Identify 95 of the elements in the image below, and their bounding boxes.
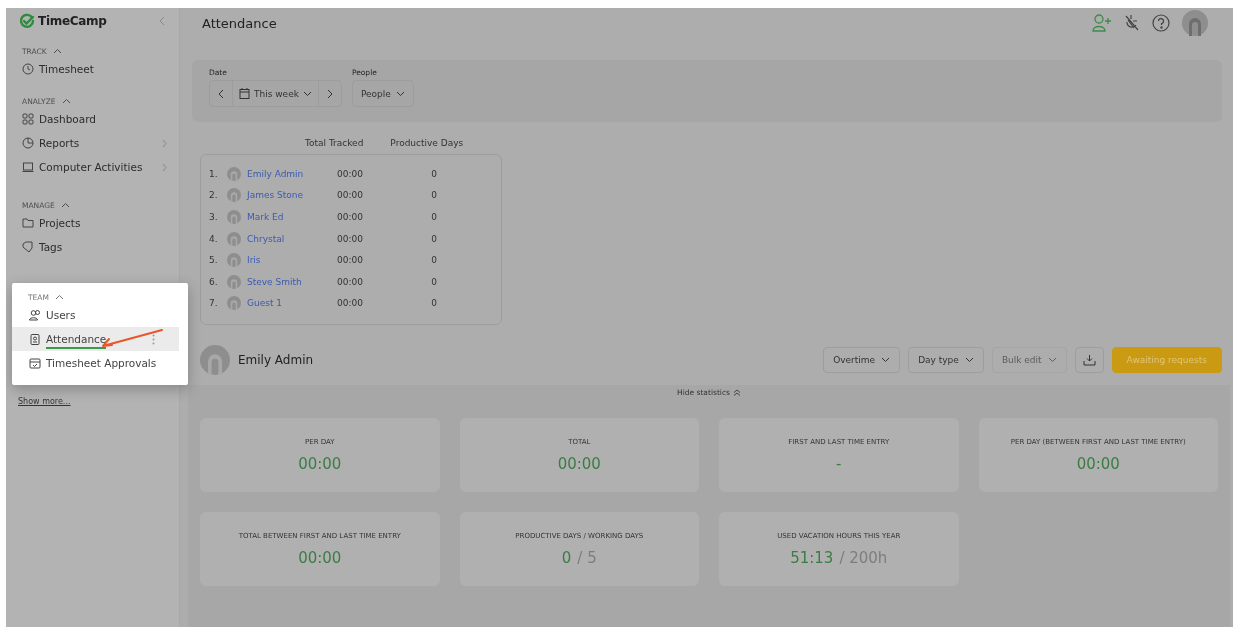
double-chevron-up-icon <box>732 389 741 397</box>
table-cell-text: 00:00 <box>337 233 364 244</box>
avatar-icon <box>227 231 241 246</box>
add-user-icon[interactable] <box>1092 14 1112 32</box>
chevron-down-icon <box>964 357 974 364</box>
more-icon[interactable] <box>152 333 155 345</box>
logo-icon <box>19 13 35 29</box>
show-more-link[interactable]: Show more... <box>6 385 179 406</box>
avatar-icon <box>200 345 230 376</box>
user-link[interactable]: Steve Smith <box>247 276 337 287</box>
users-icon <box>29 309 41 321</box>
laptop-icon <box>22 161 34 173</box>
chevron-down-icon <box>881 357 891 364</box>
dropdown-button[interactable]: Day type <box>908 347 984 374</box>
collapse-icon[interactable] <box>159 16 165 26</box>
chevron-right-icon <box>162 162 167 172</box>
brand-name: TimeCamp <box>38 14 107 28</box>
nav-item[interactable]: Projects <box>6 211 179 235</box>
user-link[interactable]: Guest 1 <box>247 298 337 309</box>
stat-value: - <box>836 454 842 473</box>
nav-item[interactable]: Attendance <box>12 327 179 351</box>
people-dropdown[interactable]: People <box>351 80 414 107</box>
timecamp-logo[interactable]: TimeCamp <box>19 13 107 29</box>
avatar-icon[interactable] <box>1182 10 1208 36</box>
table-cell-text: 00:00 <box>337 168 364 179</box>
calendar-icon <box>29 357 41 369</box>
table-cell-text: 0 <box>430 190 437 201</box>
row-number: 5. <box>208 255 219 266</box>
nav-item[interactable]: Timesheet Approvals <box>12 351 179 375</box>
table-cell-text: 0 <box>430 255 437 266</box>
nav-item[interactable]: Reports <box>6 131 179 155</box>
avatar-icon <box>227 296 241 311</box>
avatar-icon <box>227 188 241 203</box>
column-header: Total Tracked <box>305 138 364 150</box>
row-number: 6. <box>208 276 219 287</box>
dropdown-button[interactable]: Overtime <box>823 347 901 374</box>
table-cell-text: 00:00 <box>337 190 364 201</box>
avatar-icon <box>227 274 241 289</box>
user-link[interactable]: Chrystal <box>247 233 337 244</box>
row-number: 7. <box>208 298 219 309</box>
row-number: 2. <box>208 190 219 201</box>
badge-icon <box>29 333 41 345</box>
chevron-down-icon <box>1047 357 1057 364</box>
row-number: 4. <box>208 233 219 244</box>
user-link[interactable]: Mark Ed <box>247 212 337 222</box>
folder-icon <box>22 217 34 229</box>
pie-icon <box>22 137 34 149</box>
table-cell-text: 0 <box>430 298 437 309</box>
nav-item[interactable]: Users <box>12 303 179 327</box>
avatar-icon <box>227 210 241 224</box>
column-header: Productive Days <box>390 138 464 150</box>
table-cell-text: 0 <box>430 233 437 244</box>
user-link[interactable]: Iris <box>247 255 337 266</box>
avatar-icon <box>227 166 241 181</box>
download-icon <box>1082 354 1096 367</box>
chevron-left-icon <box>218 88 224 99</box>
calendar-icon <box>239 88 250 99</box>
table-cell-text: 0 <box>430 276 437 287</box>
user-link[interactable]: James Stone <box>247 190 337 201</box>
page-title: Attendance <box>201 15 277 31</box>
nav-item[interactable]: Dashboard <box>6 107 179 131</box>
clock-icon <box>22 63 34 75</box>
stat-value: 00:00 <box>557 454 601 473</box>
stat-value: 00:00 <box>298 454 342 473</box>
stat-value: 51:13 <box>790 548 834 567</box>
chevron-down-icon <box>395 90 405 97</box>
table-cell-text: 00:00 <box>337 298 364 309</box>
chevron-right-icon <box>326 88 333 99</box>
row-number: 1. <box>208 168 219 179</box>
tag-icon <box>22 241 34 253</box>
table-cell-text: 00:00 <box>337 255 364 266</box>
row-number: 3. <box>208 212 219 222</box>
chevron-icon <box>60 202 70 208</box>
chevron-icon <box>52 48 62 54</box>
table-cell-text: 00:00 <box>337 212 364 222</box>
user-link[interactable]: Emily Admin <box>247 168 337 179</box>
export-button[interactable] <box>1074 347 1104 374</box>
chevron-right-icon <box>162 138 167 148</box>
avatar-icon <box>227 253 241 268</box>
plug-icon[interactable] <box>1124 14 1140 32</box>
stat-value: 00:00 <box>298 548 342 567</box>
chevron-icon <box>61 98 71 104</box>
stat-value: 00:00 <box>1076 454 1120 473</box>
grid-icon <box>22 113 34 125</box>
table-cell-text: 0 <box>430 168 437 179</box>
chevron-down-icon <box>302 90 312 97</box>
nav-item[interactable]: Timesheet <box>6 57 179 81</box>
nav-item[interactable]: Computer Activities <box>6 155 179 179</box>
help-icon[interactable] <box>1152 14 1170 32</box>
user-name: Emily Admin <box>238 353 314 368</box>
table-cell-text: 00:00 <box>337 276 364 287</box>
stat-value: 0 <box>561 548 572 567</box>
table-cell-text: 0 <box>430 212 437 222</box>
chevron-icon <box>54 294 64 300</box>
nav-item[interactable]: Tags <box>6 235 179 259</box>
